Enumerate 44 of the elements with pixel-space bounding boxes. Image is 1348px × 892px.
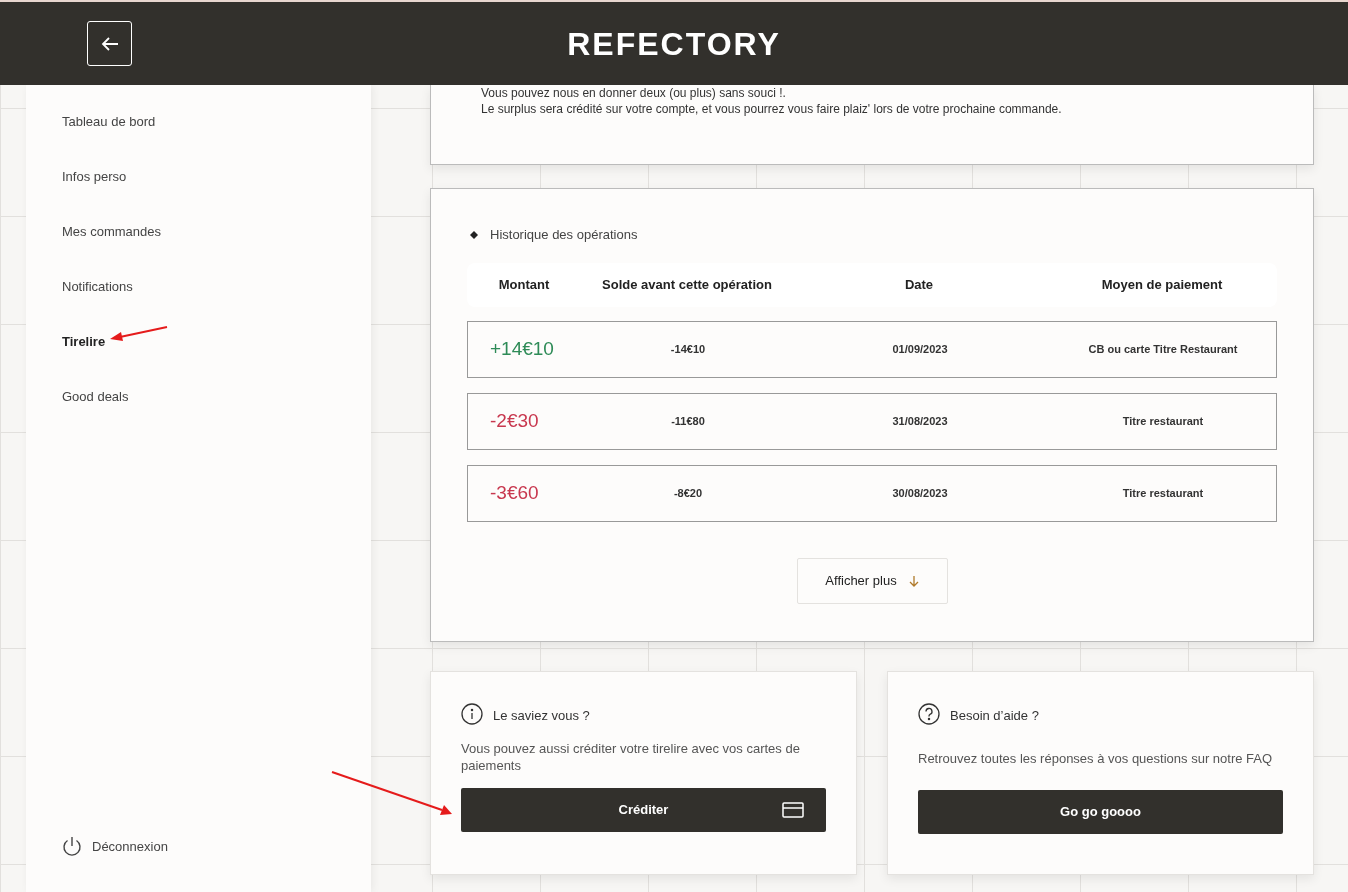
sidebar-item[interactable]: Notifications: [62, 276, 133, 297]
sidebar-item[interactable]: Mes commandes: [62, 221, 161, 242]
payment-method: CB ou carte Titre Restaurant: [1087, 341, 1239, 357]
column-header: Moyen de paiement: [1100, 275, 1224, 294]
show-more-button[interactable]: Afficher plus: [796, 557, 948, 604]
balance: -11€80: [670, 413, 706, 429]
card-title: Le saviez vous ?: [493, 707, 590, 725]
back-button[interactable]: [87, 21, 132, 66]
column-header: Solde avant cette opération: [601, 275, 773, 294]
app-title: REFECTORY: [567, 24, 781, 64]
amount: -3€60: [489, 480, 540, 505]
arrow-left-icon: [100, 35, 119, 52]
payment-method: Titre restaurant: [1121, 485, 1205, 501]
column-header: Date: [903, 275, 935, 294]
info-text: Le surplus sera crédité sur votre compte, et vous pourrez vous faire plaiz' lors de votre prochaine commande.: [481, 101, 1062, 117]
diamond-icon: [470, 230, 478, 239]
credit-button[interactable]: Créditer: [461, 787, 826, 832]
card-title: Besoin d’aide ?: [950, 707, 1039, 725]
info-text: Vous pouvez nous en donner deux (ou plus) sans souci !.: [481, 85, 786, 101]
section-title: Historique des opérations: [490, 226, 638, 244]
date: 30/08/2023: [891, 485, 949, 501]
help-icon: [918, 702, 940, 725]
logout-link[interactable]: Déconnexion: [62, 836, 168, 858]
sidebar-item[interactable]: Tirelire: [62, 331, 106, 352]
balance: -8€20: [672, 485, 704, 501]
logout-label: Déconnexion: [92, 838, 168, 857]
card-text: Vous pouvez aussi créditer votre tirelire avec vos cartes de paiements: [461, 739, 801, 774]
credit-card-icon: [782, 801, 804, 818]
power-icon: [62, 836, 82, 858]
sidebar-item[interactable]: Infos perso: [62, 166, 127, 187]
faq-button[interactable]: Go go goooo: [918, 789, 1283, 834]
payment-method: Titre restaurant: [1121, 413, 1205, 429]
sidebar-item[interactable]: Tableau de bord: [62, 111, 156, 132]
arrow-down-icon: [908, 574, 919, 587]
sidebar-item[interactable]: Good deals: [62, 386, 129, 407]
amount: -2€30: [489, 408, 540, 433]
info-icon: [461, 702, 483, 725]
annotation-arrow: [110, 326, 168, 341]
date: 01/09/2023: [891, 341, 949, 357]
column-header: Montant: [497, 275, 551, 294]
balance: -14€10: [669, 341, 707, 357]
date: 31/08/2023: [891, 413, 949, 429]
amount: +14€10: [489, 336, 555, 361]
card-text: Retrouvez toutes les réponses à vos questions sur notre FAQ: [918, 750, 1274, 768]
